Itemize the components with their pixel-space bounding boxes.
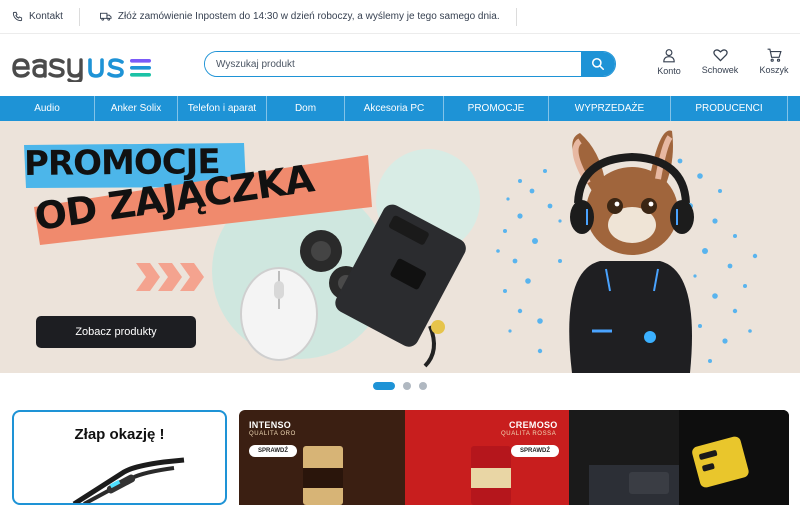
slider-pagination xyxy=(0,373,800,399)
slider-dot-3[interactable] xyxy=(419,382,427,390)
nav-item-audio[interactable]: Audio xyxy=(0,96,95,121)
deal-tile[interactable]: Złap okazję ! xyxy=(12,410,227,505)
nav-item-sales[interactable]: WYPRZEDAŻE xyxy=(549,96,671,121)
logo[interactable] xyxy=(10,46,170,84)
cable-product-image xyxy=(72,457,185,503)
coffee-promo-tile[interactable]: INTENSO QUALITA ORO SPRAWDŹ CREMOSO QUAL… xyxy=(239,410,569,505)
nav-item-label: WYPRZEDAŻE xyxy=(574,103,645,114)
charger-product-image xyxy=(569,410,789,505)
nav-item-anker-solix[interactable]: Anker Solix xyxy=(95,96,178,121)
truck-icon xyxy=(99,12,112,21)
nav-item-promotions[interactable]: PROMOCJE xyxy=(444,96,549,121)
nav-item-manufacturers[interactable]: PRODUCENCI xyxy=(671,96,788,121)
search-bar xyxy=(204,51,616,77)
search-button[interactable] xyxy=(581,52,615,76)
contact-label: Kontakt xyxy=(29,11,63,22)
search-input[interactable] xyxy=(205,52,581,76)
nav-item-pc-accessories[interactable]: Akcesoria PC xyxy=(345,96,444,121)
user-icon xyxy=(663,49,675,63)
cart-icon xyxy=(767,48,782,62)
nav-overflow xyxy=(788,96,800,121)
nav-item-home[interactable]: Dom xyxy=(267,96,345,121)
nav-item-phone-camera[interactable]: Telefon i aparat xyxy=(178,96,267,121)
charger-promo-tile[interactable] xyxy=(569,410,789,505)
coffee-left-check-button[interactable]: SPRAWDŹ xyxy=(249,445,297,457)
nav-item-label: PROMOCJE xyxy=(467,103,525,114)
wishlist-button[interactable]: Schowek xyxy=(700,48,740,75)
bunny-mascot xyxy=(569,130,694,373)
coffee-right-brand: CREMOSO xyxy=(509,420,558,430)
nav-item-label: Dom xyxy=(294,103,317,114)
coffee-right-sub: QUALITA ROSSA xyxy=(501,431,557,437)
nav-item-label: Audio xyxy=(34,103,60,114)
slider-dot-1[interactable] xyxy=(373,382,395,390)
site-header: Konto Schowek Koszyk xyxy=(0,34,800,96)
account-button[interactable]: Konto xyxy=(649,48,689,76)
see-products-button[interactable]: Zobacz produkty xyxy=(36,316,196,348)
coffee-right-check-button[interactable]: SPRAWDŹ xyxy=(511,445,559,457)
contact-link[interactable]: Kontakt xyxy=(0,7,80,26)
coffee-left-sub: QUALITA ORO xyxy=(249,431,296,437)
wishlist-label: Schowek xyxy=(701,65,739,75)
nav-item-label: Akcesoria PC xyxy=(363,103,425,114)
account-label: Konto xyxy=(657,66,681,76)
nav-item-label: PRODUCENCI xyxy=(695,103,763,114)
top-info-bar: Kontakt Złóż zamówienie Inpostem do 14:3… xyxy=(0,0,800,34)
slider-dot-2[interactable] xyxy=(403,382,411,390)
shipping-info: Złóż zamówienie Inpostem do 14:30 w dzie… xyxy=(80,7,517,26)
deal-tile-title: Złap okazję ! xyxy=(74,426,165,443)
nav-item-label: Anker Solix xyxy=(110,103,162,114)
shipping-info-text: Złóż zamówienie Inpostem do 14:30 w dzie… xyxy=(117,11,500,22)
hero-banner[interactable]: PROMOCJE OD ZAJĄCZKA Zobacz produkty xyxy=(0,121,800,373)
category-nav: Audio Anker Solix Telefon i aparat Dom A… xyxy=(0,96,800,121)
cart-label: Koszyk xyxy=(759,65,789,75)
nav-item-label: Telefon i aparat xyxy=(187,103,257,114)
phone-icon xyxy=(12,11,23,22)
easyuse-logo xyxy=(12,58,151,84)
search-icon xyxy=(591,57,605,71)
cart-button[interactable]: Koszyk xyxy=(754,48,794,75)
coffee-left-brand: INTENSO xyxy=(249,420,292,430)
heart-icon xyxy=(712,49,728,62)
